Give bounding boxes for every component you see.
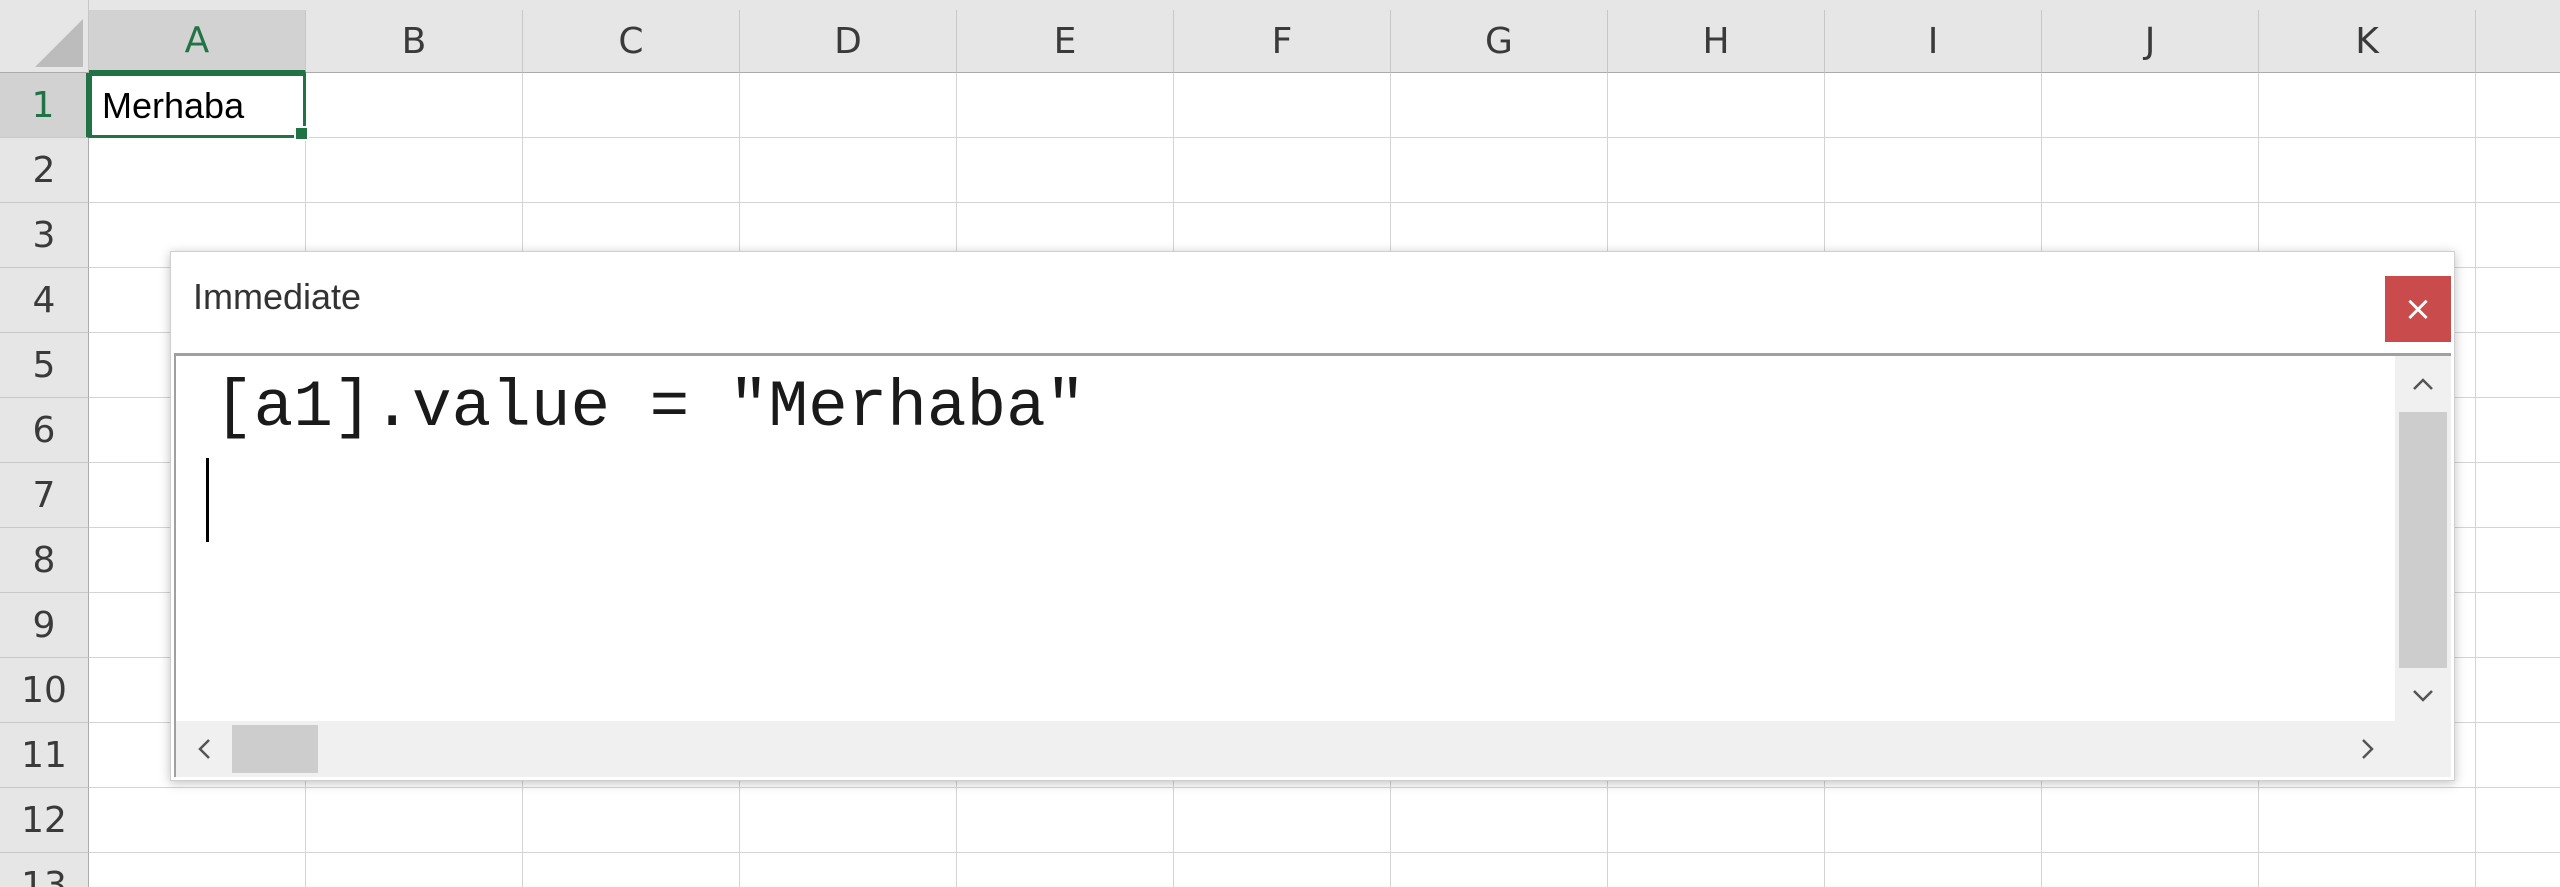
row-header-6[interactable]: 6	[0, 398, 89, 463]
column-header-d[interactable]: D	[740, 10, 957, 73]
row-header-12[interactable]: 12	[0, 788, 89, 853]
scrollbar-corner	[2395, 721, 2451, 777]
row-header-2[interactable]: 2	[0, 138, 89, 203]
row-header-13[interactable]: 13	[0, 853, 89, 887]
horizontal-scroll-thumb[interactable]	[232, 725, 318, 773]
scroll-down-button[interactable]	[2395, 668, 2451, 724]
immediate-window-title: Immediate	[193, 276, 362, 317]
column-header-i[interactable]: I	[1825, 10, 2042, 73]
fill-handle[interactable]	[294, 126, 309, 141]
immediate-window: Immediate × [a1].value = "Merhaba"	[170, 251, 2455, 781]
select-all-triangle-icon	[35, 19, 83, 67]
column-header-b[interactable]: B	[306, 10, 523, 73]
header-top-strip	[89, 0, 2560, 10]
cell-a1[interactable]: Merhaba	[89, 73, 309, 141]
chevron-right-icon	[2362, 739, 2374, 759]
column-header-a[interactable]: A	[89, 10, 306, 73]
column-header-c[interactable]: C	[523, 10, 740, 73]
row-header-10[interactable]: 10	[0, 658, 89, 723]
column-header-k[interactable]: K	[2259, 10, 2476, 73]
scroll-left-button[interactable]	[176, 721, 232, 777]
column-header-row: ABCDEFGHIJK	[89, 10, 2560, 73]
column-header-h[interactable]: H	[1608, 10, 1825, 73]
close-button[interactable]: ×	[2385, 276, 2451, 342]
immediate-code-line: [a1].value = "Merhaba"	[214, 370, 1086, 445]
column-header-partial[interactable]	[2476, 10, 2560, 73]
text-caret	[206, 458, 209, 542]
column-header-e[interactable]: E	[957, 10, 1174, 73]
row-header-1[interactable]: 1	[0, 73, 89, 138]
row-header-column: 1 2 3 4 5 6 7 8 9 10 11 12 13	[0, 73, 89, 887]
column-header-g[interactable]: G	[1391, 10, 1608, 73]
column-header-f[interactable]: F	[1174, 10, 1391, 73]
scroll-up-button[interactable]	[2395, 356, 2451, 412]
row-header-5[interactable]: 5	[0, 333, 89, 398]
row-header-4[interactable]: 4	[0, 268, 89, 333]
scroll-right-button[interactable]	[2340, 721, 2396, 777]
column-header-j[interactable]: J	[2042, 10, 2259, 73]
row-header-9[interactable]: 9	[0, 593, 89, 658]
vertical-scroll-thumb[interactable]	[2399, 412, 2447, 668]
chevron-left-icon	[198, 739, 210, 759]
chevron-up-icon	[2413, 378, 2433, 390]
chevron-down-icon	[2413, 690, 2433, 702]
select-all-corner[interactable]	[0, 0, 89, 73]
immediate-code-area[interactable]: [a1].value = "Merhaba"	[174, 353, 2451, 777]
row-header-8[interactable]: 8	[0, 528, 89, 593]
close-icon: ×	[2403, 289, 2433, 329]
row-header-3[interactable]: 3	[0, 203, 89, 268]
row-header-7[interactable]: 7	[0, 463, 89, 528]
vertical-scrollbar[interactable]	[2395, 356, 2451, 724]
horizontal-scrollbar[interactable]	[176, 721, 2396, 777]
cell-a1-value: Merhaba	[102, 84, 245, 126]
row-header-11[interactable]: 11	[0, 723, 89, 788]
